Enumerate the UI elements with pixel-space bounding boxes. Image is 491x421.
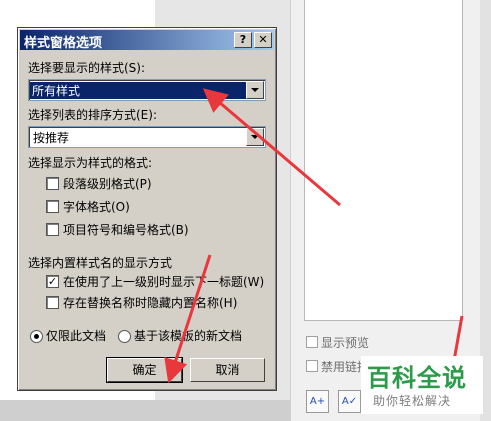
arrow-to-ok-button	[164, 254, 212, 384]
arrow-to-style-dropdown	[202, 88, 341, 207]
watermark-tagline: 助你轻松解决	[373, 394, 452, 408]
watermark-brand: 百科全说	[367, 364, 467, 392]
watermark: 百科全说 助你轻松解决	[361, 356, 483, 414]
